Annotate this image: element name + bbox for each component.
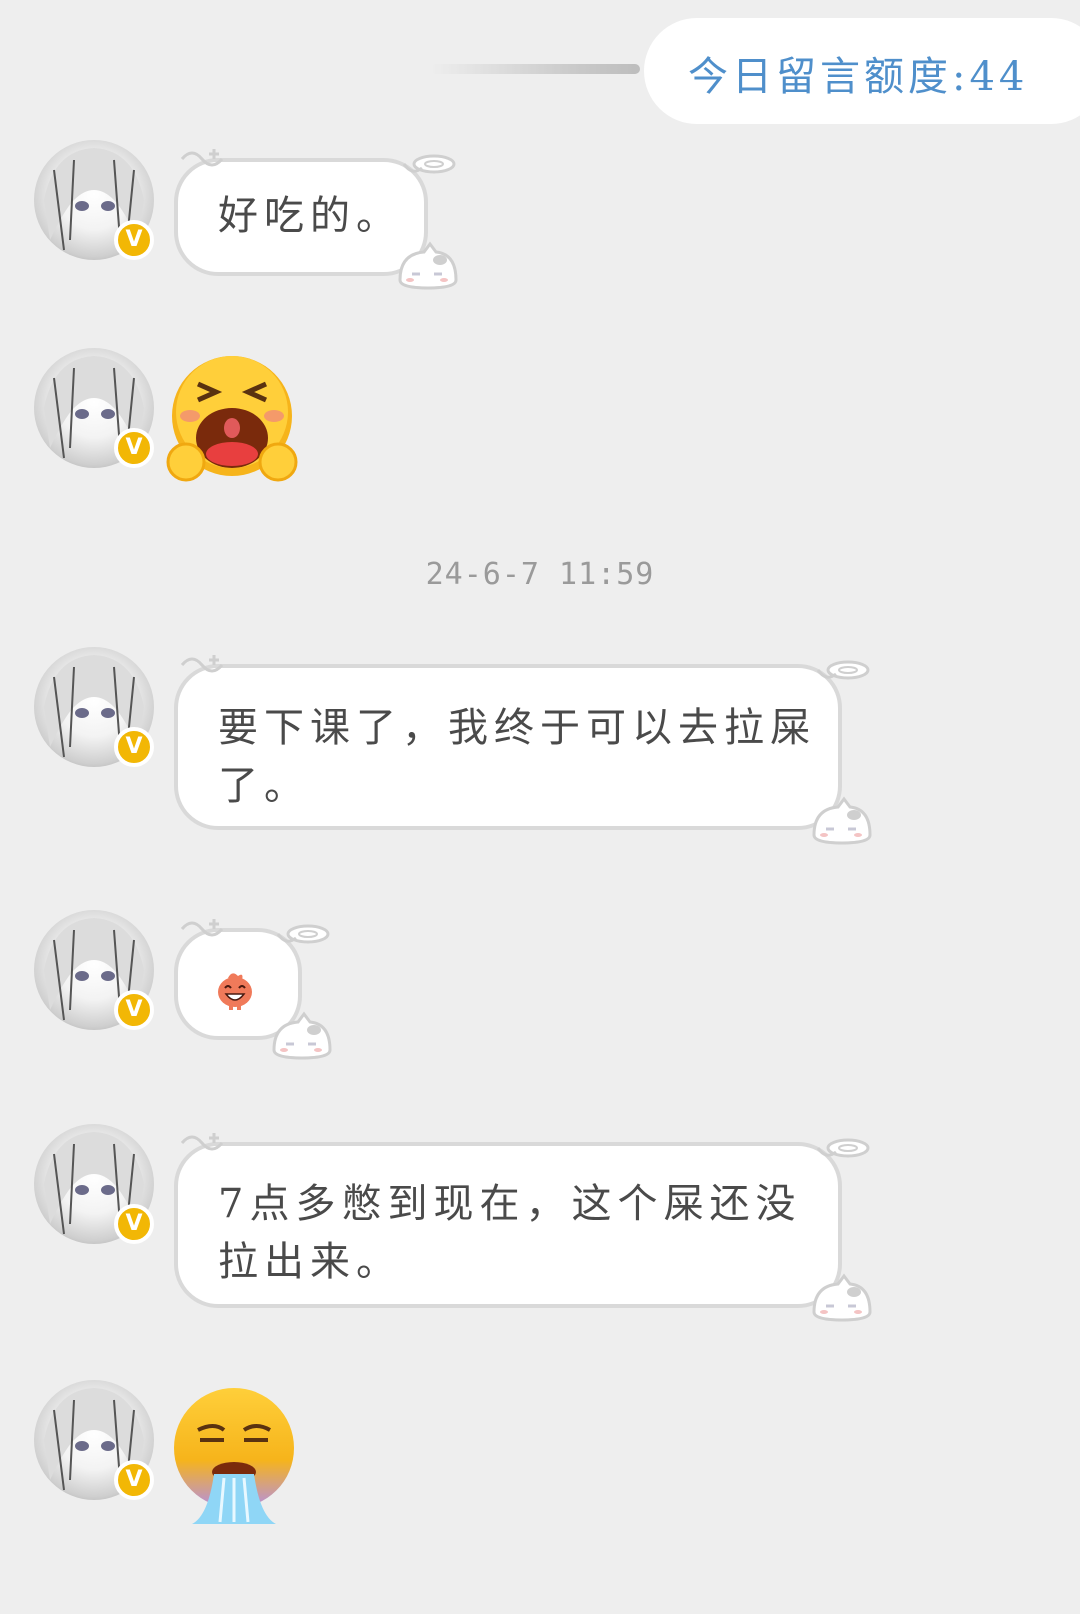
bubble-corner-decoration-icon (180, 919, 224, 937)
message-text: 好吃的。 (218, 193, 402, 239)
message-quota-text: 今日留言额度:44 (688, 54, 1029, 100)
verified-badge-icon: V (114, 1460, 154, 1500)
halo-ring-icon (816, 660, 870, 680)
message-text-line1: 7点多憋到现在，这个屎还没 (218, 1181, 802, 1227)
avatar[interactable]: V (34, 1124, 154, 1244)
halo-ring-icon (276, 924, 330, 944)
laughing-sticker-icon (218, 973, 252, 1010)
halo-ring-icon (402, 154, 456, 174)
crying-loud-emoji-icon[interactable] (166, 354, 300, 484)
verified-badge-icon: V (114, 428, 154, 468)
bubble-corner-decoration-icon (180, 655, 224, 673)
message-quota-pill: 今日留言额度:44 (644, 18, 1080, 124)
halo-ring-icon (816, 1138, 870, 1158)
cat-face-icon (812, 1273, 872, 1322)
avatar[interactable]: V (34, 910, 154, 1030)
verified-badge-icon: V (114, 220, 154, 260)
cat-face-icon (812, 796, 872, 845)
avatar[interactable]: V (34, 140, 154, 260)
avatar[interactable]: V (34, 647, 154, 767)
cat-face-icon (272, 1011, 332, 1060)
verified-badge-icon: V (114, 1204, 154, 1244)
vomiting-emoji-icon[interactable] (168, 1386, 302, 1526)
message-bubble[interactable]: 好吃的。 (174, 158, 428, 276)
message-text-line2: 了。 (218, 763, 310, 809)
message-text-line1: 要下课了，我终于可以去拉屎 (218, 705, 816, 751)
message-timestamp: 24-6-7 11:59 (425, 557, 655, 592)
quota-divider-line (430, 64, 640, 74)
avatar[interactable]: V (34, 348, 154, 468)
message-text-line2: 拉出来。 (218, 1239, 402, 1285)
bubble-corner-decoration-icon (180, 1133, 224, 1151)
cat-face-icon (398, 241, 458, 290)
verified-badge-icon: V (114, 990, 154, 1030)
bubble-corner-decoration-icon (180, 149, 224, 167)
message-bubble[interactable]: 要下课了，我终于可以去拉屎 了。 (174, 664, 842, 830)
message-bubble[interactable]: 7点多憋到现在，这个屎还没 拉出来。 (174, 1142, 842, 1308)
avatar[interactable]: V (34, 1380, 154, 1500)
verified-badge-icon: V (114, 727, 154, 767)
